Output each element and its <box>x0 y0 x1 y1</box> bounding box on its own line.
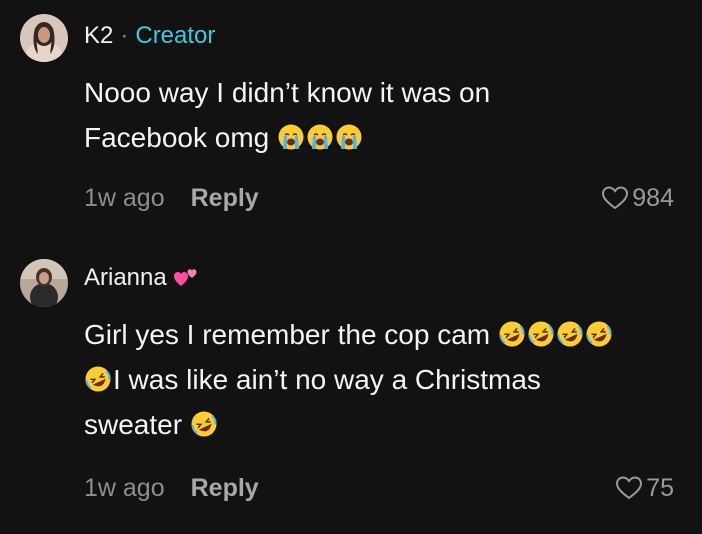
comment-item: K2 · Creator Nooo way I didn’t know it w… <box>0 0 702 250</box>
avatar-image <box>20 14 68 62</box>
comment-text: Girl yes I remember the cop cam I was li… <box>84 312 684 447</box>
rolling-on-floor-laughing-icon <box>557 321 583 347</box>
avatar-image <box>20 259 68 307</box>
rolling-on-floor-laughing-icon <box>499 321 525 347</box>
reply-button[interactable]: Reply <box>191 184 259 213</box>
separator: · <box>120 22 129 49</box>
rolling-on-floor-laughing-icon <box>528 321 554 347</box>
like-button[interactable]: 75 <box>615 474 674 503</box>
comment-text-line: Facebook omg <box>84 122 270 153</box>
like-button[interactable]: 984 <box>601 184 674 213</box>
rolling-on-floor-laughing-icon <box>191 411 217 437</box>
comment-text-line: I was like ain’t no way a Christmas <box>113 364 541 395</box>
comment-header: K2 · Creator <box>84 20 215 52</box>
username[interactable]: K2 <box>84 22 113 50</box>
username[interactable]: Arianna <box>84 264 167 292</box>
emoji-group <box>84 365 113 393</box>
rolling-on-floor-laughing-icon <box>85 366 111 392</box>
creator-badge: Creator <box>135 22 216 49</box>
timestamp: 1w ago <box>84 183 165 212</box>
rolling-on-floor-laughing-icon <box>586 321 612 347</box>
emoji-group <box>277 123 364 151</box>
loudly-crying-face-icon <box>278 124 304 150</box>
heart-icon <box>602 186 629 210</box>
like-count: 984 <box>632 183 674 212</box>
two-hearts-icon <box>173 266 199 290</box>
like-count: 75 <box>646 473 674 502</box>
emoji-group <box>190 410 219 438</box>
reply-button[interactable]: Reply <box>191 474 259 503</box>
comment-header: Arianna <box>84 262 199 294</box>
comment-text-line: Nooo way I didn’t know it was on <box>84 77 491 108</box>
loudly-crying-face-icon <box>336 124 362 150</box>
comment-text-line: sweater <box>84 409 183 440</box>
comment-text-line: Girl yes I remember the cop cam <box>84 319 491 350</box>
heart-icon <box>616 476 643 500</box>
comment-text: Nooo way I didn’t know it was on Faceboo… <box>84 70 684 160</box>
avatar[interactable] <box>20 14 68 62</box>
comment-item: Arianna Girl yes I remember the cop cam <box>0 250 702 534</box>
emoji-group <box>498 320 614 348</box>
loudly-crying-face-icon <box>307 124 333 150</box>
avatar[interactable] <box>20 259 68 307</box>
timestamp: 1w ago <box>84 473 165 502</box>
comment-meta: 1w ago Reply 75 <box>84 471 674 505</box>
comment-meta: 1w ago Reply 984 <box>84 181 674 215</box>
